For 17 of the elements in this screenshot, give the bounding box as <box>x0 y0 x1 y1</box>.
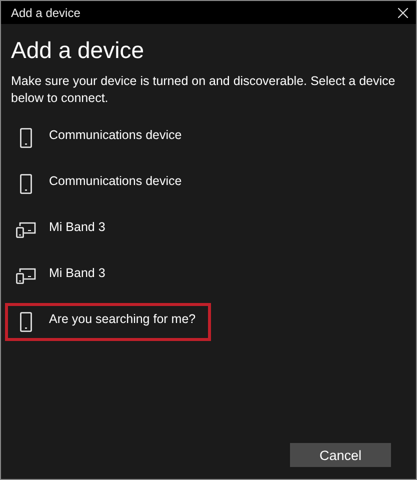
device-name: Are you searching for me? <box>49 312 196 326</box>
device-name: Communications device <box>49 174 182 188</box>
devices-icon <box>16 268 36 284</box>
instructions-text: Make sure your device is turned on and discoverable. Select a device below to connect. <box>11 73 396 107</box>
devices-icon <box>16 222 36 238</box>
device-name: Communications device <box>49 128 182 142</box>
close-icon[interactable] <box>398 8 408 18</box>
device-item[interactable]: Communications device <box>5 119 197 157</box>
window-title: Add a device <box>11 6 80 20</box>
device-item[interactable]: Mi Band 3 <box>5 211 191 249</box>
page-heading: Add a device <box>11 37 145 64</box>
device-name: Mi Band 3 <box>49 266 106 280</box>
cancel-button[interactable]: Cancel <box>290 443 391 467</box>
device-item[interactable]: Are you searching for me? <box>5 303 211 341</box>
device-item[interactable]: Communications device <box>5 165 197 203</box>
device-item[interactable]: Mi Band 3 <box>5 257 191 295</box>
device-name: Mi Band 3 <box>49 220 106 234</box>
